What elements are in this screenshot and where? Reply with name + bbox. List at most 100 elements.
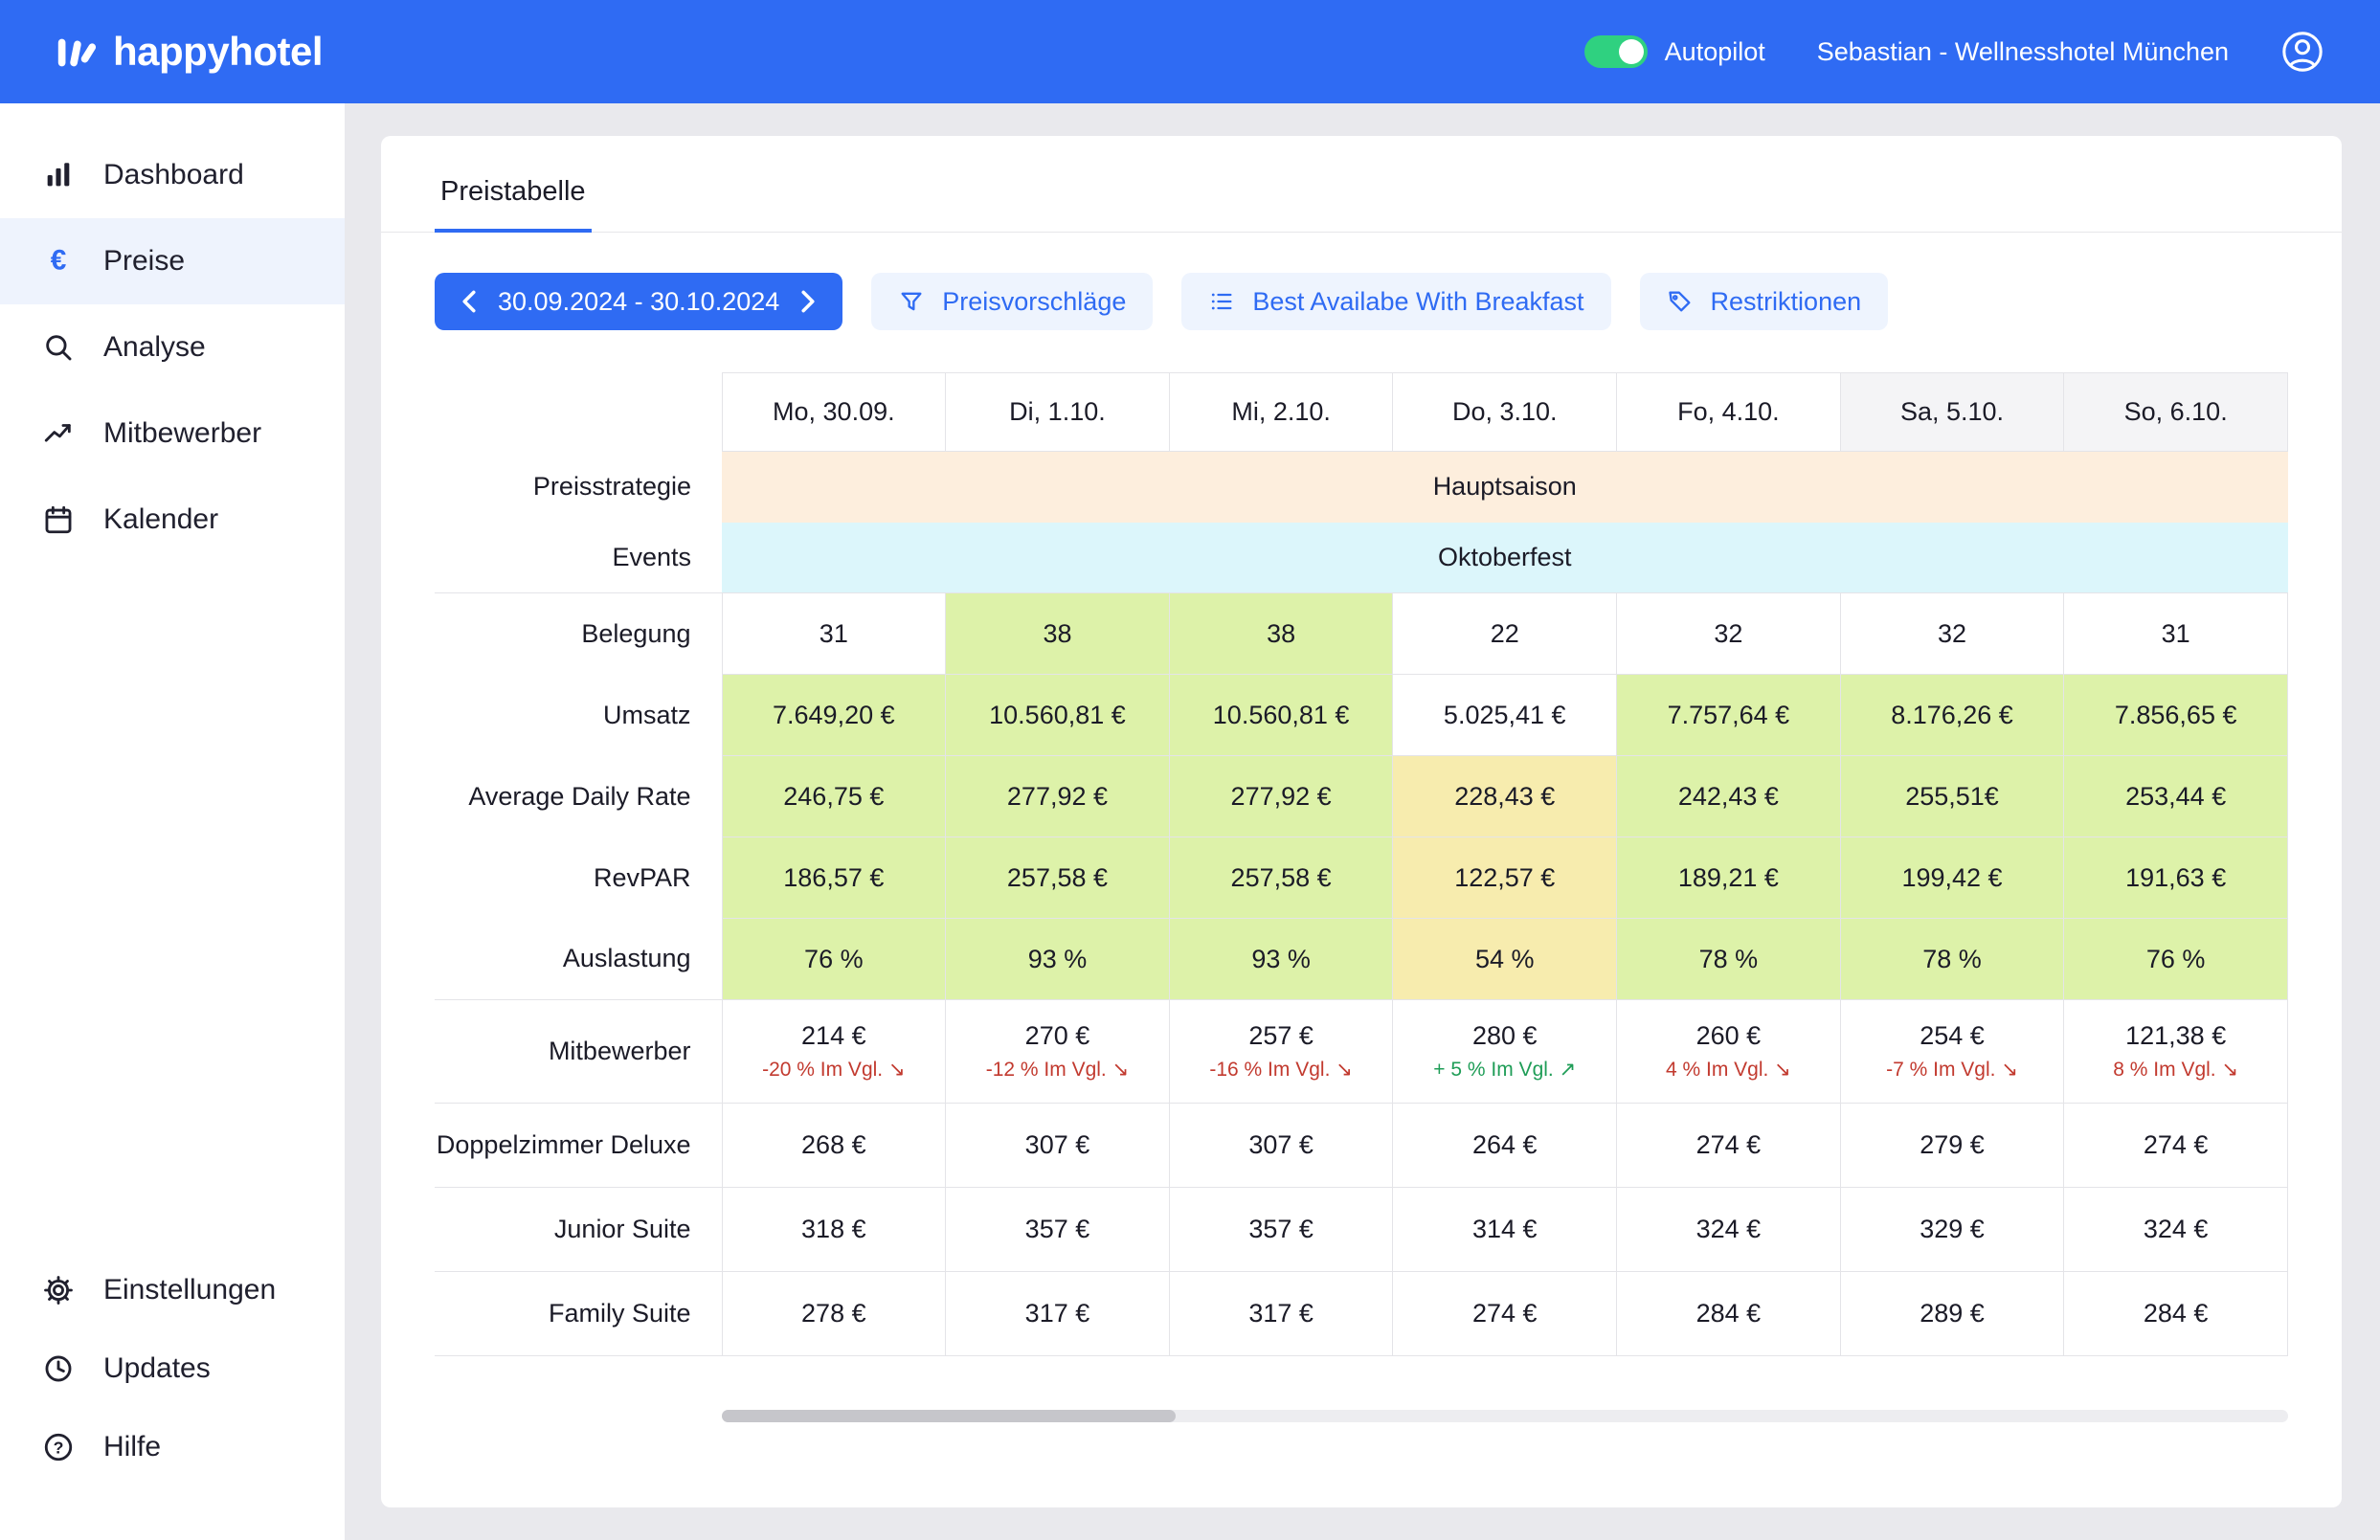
room-price-cell[interactable]: 264 € [1393, 1104, 1617, 1188]
metric-cell: 38 [1169, 593, 1393, 675]
room-row: Junior Suite318 €357 €357 €314 €324 €329… [435, 1188, 2288, 1272]
sidebar: Dashboard€Preise Analyse Mitbewerber Kalend… [0, 103, 345, 1540]
metric-row: RevPAR186,57 €257,58 €257,58 €122,57 €18… [435, 837, 2288, 919]
sidebar-item-updates[interactable]: Updates [0, 1329, 345, 1408]
euro-icon: € [40, 243, 77, 279]
room-price-cell[interactable]: 318 € [722, 1188, 946, 1272]
sidebar-item-dashboard[interactable]: Dashboard [0, 132, 345, 218]
room-price-cell[interactable]: 284 € [2064, 1272, 2288, 1356]
sidebar-item-preise[interactable]: €Preise [0, 218, 345, 304]
room-price-cell[interactable]: 314 € [1393, 1188, 1617, 1272]
room-price-cell[interactable]: 268 € [722, 1104, 946, 1188]
metric-cell: 5.025,41 € [1393, 675, 1617, 756]
room-price-cell[interactable]: 278 € [722, 1272, 946, 1356]
metric-cell: 93 % [1169, 919, 1393, 1000]
horizontal-scrollbar [722, 1410, 2288, 1422]
banner-row: PreisstrategieHauptsaison [435, 452, 2288, 523]
metric-cell: 189,21 € [1617, 837, 1841, 919]
room-price-cell[interactable]: 307 € [946, 1104, 1170, 1188]
competitor-price: 270 € [946, 1021, 1169, 1051]
banner-value: Oktoberfest [722, 523, 2288, 593]
metric-cell: 22 [1393, 593, 1617, 675]
room-price-cell[interactable]: 329 € [1840, 1188, 2064, 1272]
competitor-price: 214 € [723, 1021, 946, 1051]
competitor-price: 121,38 € [2064, 1021, 2287, 1051]
restriktionen-button[interactable]: Restriktionen [1640, 273, 1889, 330]
tab-bar: Preistabelle [381, 136, 2342, 233]
sidebar-item-einstellungen[interactable]: Einstellungen [0, 1251, 345, 1329]
competitor-price: 257 € [1170, 1021, 1393, 1051]
room-price-cell[interactable]: 279 € [1840, 1104, 2064, 1188]
room-price-cell[interactable]: 324 € [1617, 1188, 1841, 1272]
sidebar-item-mitbewerber[interactable]: Mitbewerber [0, 391, 345, 477]
metric-cell: 199,42 € [1840, 837, 2064, 919]
metric-cell: 54 % [1393, 919, 1617, 1000]
metric-cell: 257,58 € [1169, 837, 1393, 919]
competitor-cell: 260 €4 % Im Vgl. ↘ [1617, 1000, 1841, 1104]
toggle-knob [1619, 39, 1644, 64]
metric-cell: 78 % [1840, 919, 2064, 1000]
scrollbar-thumb[interactable] [722, 1410, 1176, 1422]
metric-cell: 10.560,81 € [946, 675, 1170, 756]
table-header-row: Mo, 30.09.Di, 1.10.Mi, 2.10.Do, 3.10.Fo,… [435, 373, 2288, 452]
row-label: Doppelzimmer Deluxe [435, 1104, 722, 1188]
sidebar-footer-nav: Einstellungen Updates ?Hilfe [0, 1251, 345, 1486]
bar-chart-icon [40, 157, 77, 193]
room-price-cell[interactable]: 289 € [1840, 1272, 2064, 1356]
help-icon: ? [40, 1429, 77, 1465]
room-price-cell[interactable]: 357 € [1169, 1188, 1393, 1272]
prev-period-icon[interactable] [461, 289, 477, 314]
user-avatar-icon[interactable] [2280, 30, 2324, 74]
price-table-card: Preistabelle 30.09.2024 - 30.10.2024 [381, 136, 2342, 1507]
metric-cell: 7.856,65 € [2064, 675, 2288, 756]
toolbar: 30.09.2024 - 30.10.2024 Preisvorschläge [435, 273, 2288, 330]
room-price-cell[interactable]: 357 € [946, 1188, 1170, 1272]
sidebar-item-label: Einstellungen [103, 1274, 276, 1306]
sidebar-item-hilfe[interactable]: ?Hilfe [0, 1408, 345, 1486]
autopilot-toggle[interactable] [1584, 35, 1648, 68]
row-label: Family Suite [435, 1272, 722, 1356]
room-price-cell[interactable]: 284 € [1617, 1272, 1841, 1356]
metric-cell: 10.560,81 € [1169, 675, 1393, 756]
svg-text:€: € [51, 245, 67, 277]
preisvorschlaege-button[interactable]: Preisvorschläge [871, 273, 1153, 330]
competitor-cell: 254 €-7 % Im Vgl. ↘ [1840, 1000, 2064, 1104]
metric-row: Belegung31383822323231 [435, 593, 2288, 675]
next-period-icon[interactable] [800, 289, 816, 314]
row-label: Mitbewerber [435, 1000, 722, 1104]
autopilot-control: Autopilot [1584, 35, 1765, 68]
row-label: Events [435, 523, 722, 593]
day-column-header: Do, 3.10. [1393, 373, 1617, 452]
sidebar-item-label: Updates [103, 1352, 211, 1385]
room-price-cell[interactable]: 307 € [1169, 1104, 1393, 1188]
room-price-cell[interactable]: 274 € [1393, 1272, 1617, 1356]
header-blank-cell [435, 373, 722, 452]
sidebar-item-analyse[interactable]: Analyse [0, 304, 345, 391]
happyhotel-logo[interactable]: happyhotel [54, 29, 323, 75]
rate-plan-button[interactable]: Best Availabe With Breakfast [1181, 273, 1610, 330]
competitor-cell: 121,38 €8 % Im Vgl. ↘ [2064, 1000, 2288, 1104]
metric-cell: 277,92 € [946, 756, 1170, 837]
metric-cell: 78 % [1617, 919, 1841, 1000]
list-icon [1208, 288, 1235, 315]
competitor-change: 4 % Im Vgl. ↘ [1617, 1058, 1840, 1082]
clock-icon [40, 1350, 77, 1387]
room-price-cell[interactable]: 317 € [1169, 1272, 1393, 1356]
day-column-header: Mi, 2.10. [1169, 373, 1393, 452]
room-price-cell[interactable]: 317 € [946, 1272, 1170, 1356]
competitor-cell: 214 €-20 % Im Vgl. ↘ [722, 1000, 946, 1104]
metric-cell: 253,44 € [2064, 756, 2288, 837]
main-area: Preistabelle 30.09.2024 - 30.10.2024 [345, 103, 2380, 1540]
room-price-cell[interactable]: 274 € [1617, 1104, 1841, 1188]
metric-cell: 32 [1840, 593, 2064, 675]
gear-icon [40, 1272, 77, 1308]
sidebar-item-label: Kalender [103, 503, 218, 536]
row-label: Umsatz [435, 675, 722, 756]
sidebar-item-label: Analyse [103, 331, 206, 364]
room-price-cell[interactable]: 324 € [2064, 1188, 2288, 1272]
date-range-picker[interactable]: 30.09.2024 - 30.10.2024 [435, 273, 842, 330]
room-price-cell[interactable]: 274 € [2064, 1104, 2288, 1188]
competitor-change: -12 % Im Vgl. ↘ [946, 1058, 1169, 1082]
tab-preistabelle[interactable]: Preistabelle [435, 176, 592, 233]
sidebar-item-kalender[interactable]: Kalender [0, 477, 345, 563]
